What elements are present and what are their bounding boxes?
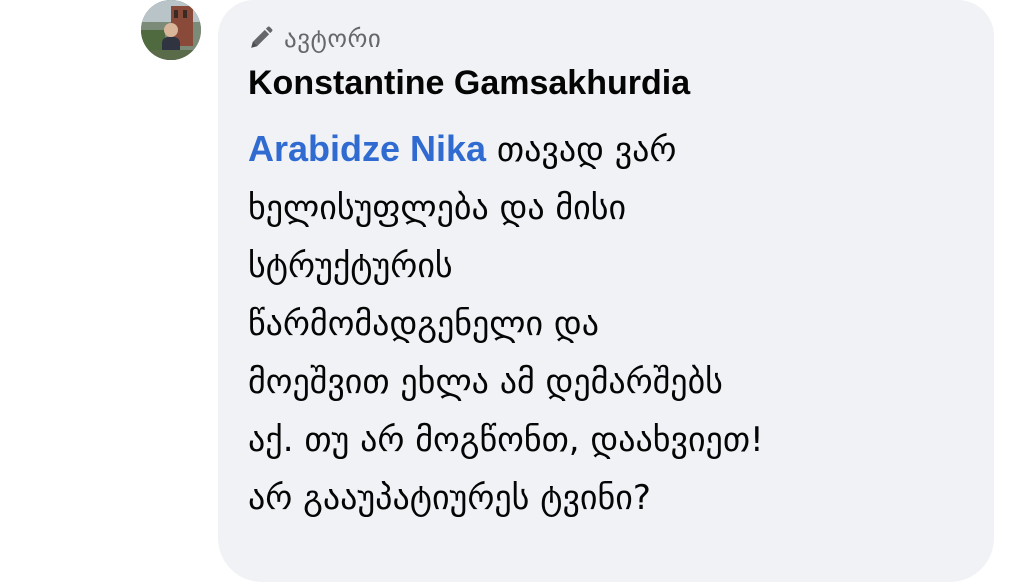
pencil-icon (251, 26, 273, 48)
mention-link[interactable]: Arabidze Nika (248, 128, 486, 169)
comment-line: მოეშვით ეხლა ამ დემარშებს (248, 362, 723, 402)
comment-line-text: თავად ვარ (496, 130, 677, 170)
comment-thread: ავტორი Konstantine Gamsakhurdia Arabidze… (0, 0, 1024, 586)
comment-line: აქ. თუ არ მოგწონთ, დაახვიეთ! (248, 420, 764, 460)
author-badge-label: ავტორი (284, 23, 382, 53)
comment-line: წარმომადგენელი და (248, 304, 599, 344)
comment-author-name[interactable]: Konstantine Gamsakhurdia (248, 60, 690, 106)
comment-line: Arabidze Nika თავად ვარ (248, 120, 968, 179)
comment-line: ხელისუფლება და მისი (248, 188, 627, 228)
author-badge: ავტორი (248, 20, 381, 56)
avatar-photo (141, 0, 201, 60)
comment-line: სტრუქტურის (248, 246, 453, 286)
comment-line: არ გააუპატიურეს ტვინი? (248, 478, 651, 518)
avatar[interactable] (141, 0, 201, 60)
comment-text: Arabidze Nika თავად ვარ ხელისუფლება და მ… (248, 120, 968, 527)
